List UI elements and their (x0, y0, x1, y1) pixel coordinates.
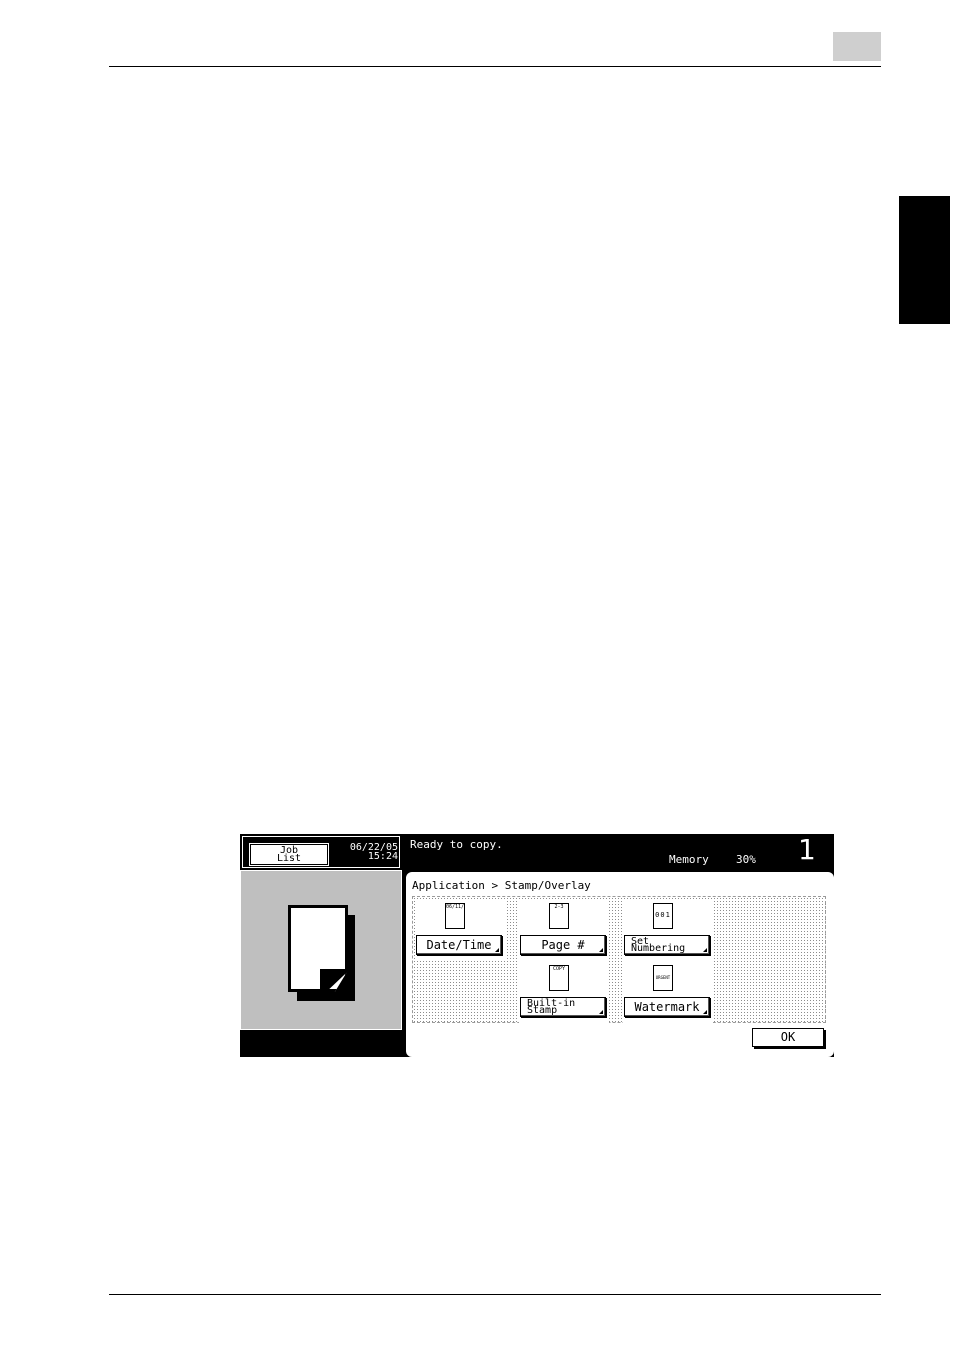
set-numbering-label-line2: Numbering (631, 943, 686, 954)
breadcrumb: Application > Stamp/Overlay (412, 879, 591, 892)
header-rule (109, 66, 881, 67)
built-in-stamp-cell: COPY Built-in Stamp (519, 961, 609, 1023)
built-in-stamp-button[interactable]: Built-in Stamp (520, 997, 606, 1017)
date-time-display: 06/22/05 15:24 (338, 843, 398, 862)
function-grid: 06/11/22 Date/Time 2-3 Page # 001 Set Nu… (412, 896, 826, 1023)
date-time-cell: 06/11/22 Date/Time (415, 899, 505, 961)
page-number-cell: 2-3 Page # (519, 899, 609, 961)
stamp-overlay-screen: Application > Stamp/Overlay 06/11/22 Dat… (406, 872, 834, 1057)
watermark-document-icon: URGENT (653, 965, 673, 991)
set-numbering-button[interactable]: Set Numbering (624, 935, 710, 955)
footer-rule (109, 1294, 881, 1295)
watermark-cell: URGENT Watermark (623, 961, 713, 1023)
built-in-stamp-label-line2: Stamp (527, 1005, 558, 1016)
memory-label: Memory (669, 853, 709, 866)
left-header: Job List 06/22/05 15:24 (242, 836, 400, 868)
page-number-box (833, 32, 881, 61)
copy-count: 1 (798, 833, 816, 866)
stamp-document-icon: COPY (549, 965, 569, 991)
date-document-icon: 06/11/22 (445, 903, 465, 929)
watermark-button[interactable]: Watermark (624, 997, 710, 1017)
date-time-button[interactable]: Date/Time (416, 935, 502, 955)
set-numbering-document-icon: 001 (653, 903, 673, 929)
memory-value: 30% (736, 853, 756, 866)
status-message: Ready to copy. (410, 838, 503, 851)
set-numbering-cell: 001 Set Numbering (623, 899, 713, 961)
chapter-tab (899, 196, 950, 324)
status-bar: Ready to copy. Memory 30% 1 (405, 834, 834, 870)
ok-button[interactable]: OK (752, 1028, 824, 1047)
job-list-label-line2: List (276, 852, 302, 864)
page-number-button[interactable]: Page # (520, 935, 606, 955)
job-list-button[interactable]: Job List (249, 843, 329, 866)
time-label: 15:24 (367, 851, 398, 862)
original-preview (240, 870, 402, 1030)
page-number-document-icon: 2-3 (549, 903, 569, 929)
copier-control-panel: Job List 06/22/05 15:24 Ready to copy. M… (240, 834, 834, 1057)
